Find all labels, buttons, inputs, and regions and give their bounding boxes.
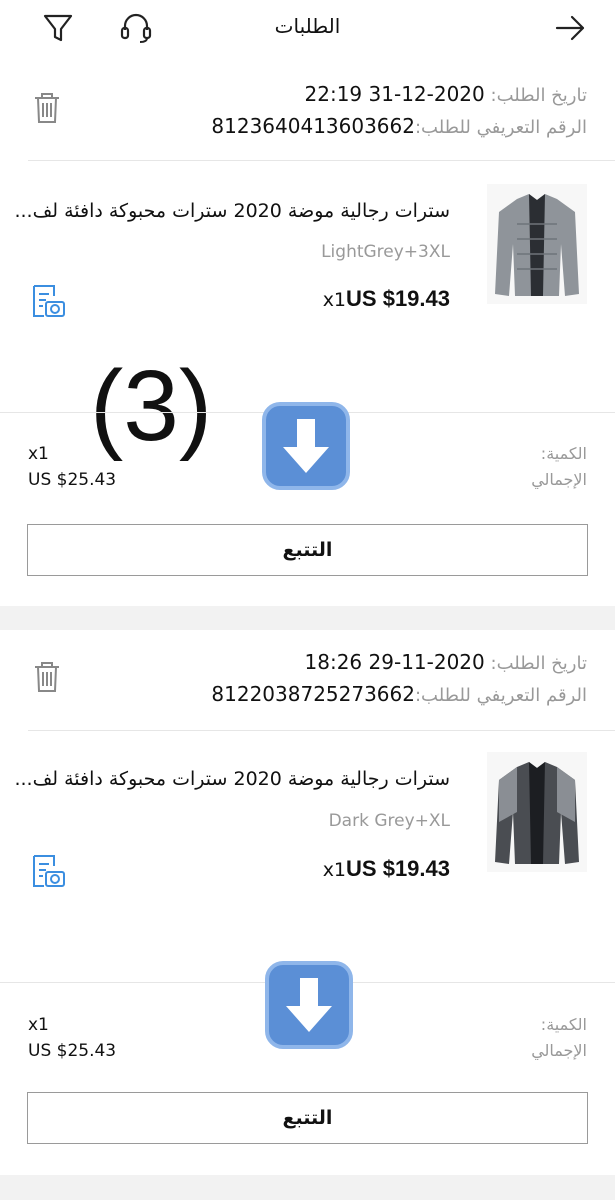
receipt-camera-icon[interactable]	[28, 852, 68, 892]
app-header: الطلبات	[0, 0, 615, 56]
divider	[28, 160, 615, 161]
unit-price: US $19.43	[346, 286, 450, 311]
order-card: تاريخ الطلب: 2020-11-29 18:26 الرقم التع…	[0, 630, 615, 1175]
product-variant: Dark Grey+XL	[328, 811, 450, 831]
summary-values: x1 US $25.43	[28, 441, 116, 493]
order-id-row: الرقم التعريفي للطلب:8122038725273662	[211, 682, 587, 706]
receipt-camera-icon[interactable]	[28, 282, 68, 322]
unit-price: US $19.43	[346, 856, 450, 881]
trash-icon[interactable]	[32, 660, 62, 694]
divider	[28, 730, 615, 731]
product-image[interactable]	[487, 752, 587, 872]
price-row: x1US $19.43	[323, 856, 450, 882]
order-date-value: 2020-12-31 22:19	[304, 82, 485, 106]
track-button[interactable]: التتبع	[27, 524, 588, 576]
order-card: تاريخ الطلب: 2020-12-31 22:19 الرقم التع…	[0, 56, 615, 606]
down-arrow-icon	[264, 960, 354, 1050]
order-id-label: الرقم التعريفي للطلب:	[414, 117, 587, 138]
quantity-label: الكمية:	[540, 1015, 587, 1034]
order-id-label: الرقم التعريفي للطلب:	[414, 685, 587, 706]
down-arrow-icon	[261, 401, 351, 491]
total-quantity-value: x1	[28, 444, 49, 464]
order-date-row: تاريخ الطلب: 2020-12-31 22:19	[305, 82, 587, 106]
product-image[interactable]	[487, 184, 587, 304]
unit-quantity: x1	[322, 859, 347, 881]
summary-values: x1 US $25.43	[28, 1012, 116, 1064]
product-title[interactable]: سترات رجالية موضة 2020 سترات محبوكة دافئ…	[10, 200, 450, 222]
total-price-value: US $25.43	[28, 1041, 117, 1061]
product-title[interactable]: سترات رجالية موضة 2020 سترات محبوكة دافئ…	[10, 768, 450, 790]
arrow-right-icon[interactable]	[552, 10, 588, 46]
total-quantity-value: x1	[28, 1015, 49, 1035]
product-variant: LightGrey+3XL	[321, 242, 450, 262]
order-id-value[interactable]: 8122038725273662	[211, 682, 415, 706]
track-button[interactable]: التتبع	[27, 1092, 588, 1144]
order-date-value: 2020-11-29 18:26	[304, 650, 485, 674]
summary-labels: الكمية: الإجمالي	[531, 1012, 587, 1064]
order-date-row: تاريخ الطلب: 2020-11-29 18:26	[305, 650, 587, 674]
quantity-label: الكمية:	[540, 444, 587, 463]
order-id-value[interactable]: 8123640413603662	[211, 114, 415, 138]
order-id-row: الرقم التعريفي للطلب:8123640413603662	[211, 114, 587, 138]
order-date-label: تاريخ الطلب:	[490, 653, 588, 674]
unit-quantity: x1	[322, 289, 347, 311]
price-row: x1US $19.43	[323, 286, 450, 312]
page-title: الطلبات	[274, 14, 341, 38]
trash-icon[interactable]	[32, 91, 62, 125]
summary-labels: الكمية: الإجمالي	[531, 441, 587, 493]
total-label: الإجمالي	[531, 1041, 587, 1060]
total-price-value: US $25.43	[28, 470, 117, 490]
order-date-label: تاريخ الطلب:	[490, 85, 588, 106]
total-label: الإجمالي	[531, 470, 587, 489]
